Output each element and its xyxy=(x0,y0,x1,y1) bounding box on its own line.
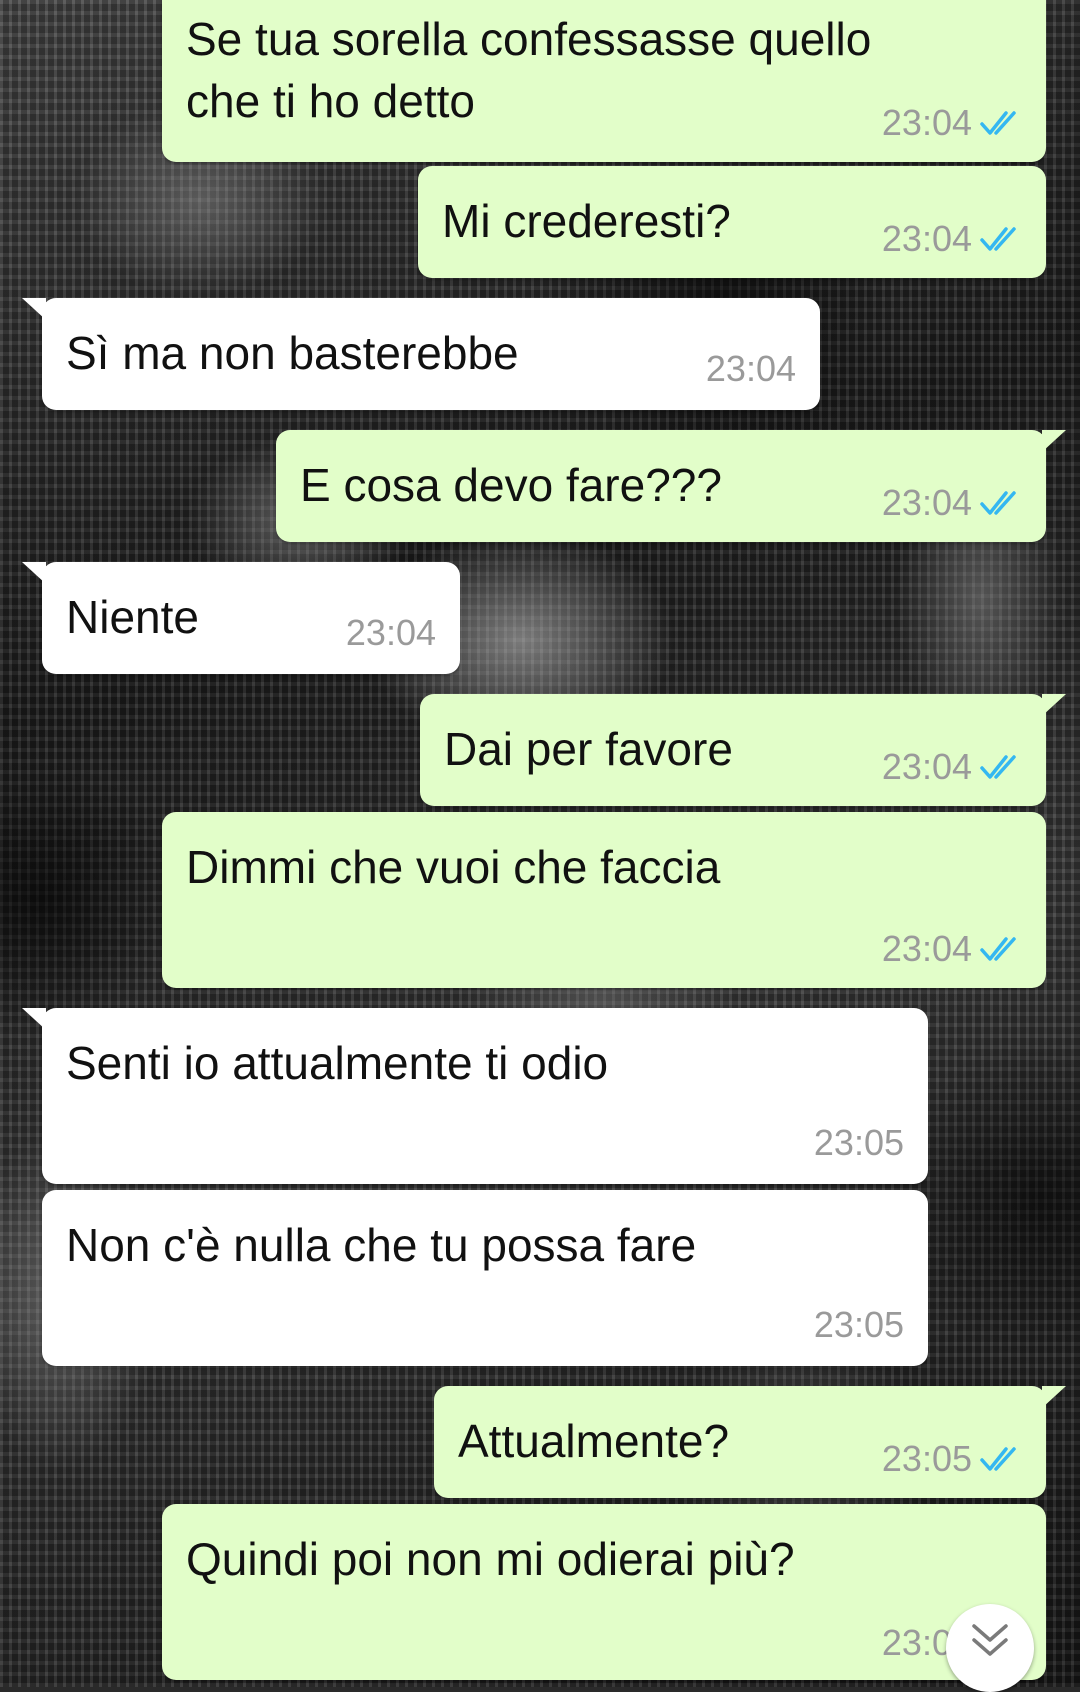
message-meta: 23:04 xyxy=(882,746,1024,788)
message-bubble-outgoing[interactable]: Se tua sorella confessasse quello che ti… xyxy=(162,0,1046,162)
message-meta: 23:04 xyxy=(882,102,1024,144)
message-timestamp: 23:04 xyxy=(881,102,972,143)
message-timestamp: 23:05 xyxy=(813,1122,904,1163)
message-text: E cosa devo fare??? xyxy=(300,459,722,511)
double-check-icon xyxy=(980,491,1016,515)
message-bubble-outgoing[interactable]: Dimmi che vuoi che faccia 23:04 xyxy=(162,812,1046,988)
message-meta: 23:04 xyxy=(882,928,1024,970)
double-check-icon xyxy=(980,111,1016,135)
message-text: che ti ho detto xyxy=(186,75,475,127)
bubble-tail xyxy=(22,562,46,584)
message-meta: 23:04 xyxy=(706,348,796,390)
message-bubble-outgoing[interactable]: Dai per favore 23:04 xyxy=(420,694,1066,806)
message-timestamp: 23:04 xyxy=(705,348,796,389)
message-text: Non c'è nulla che tu possa fare xyxy=(66,1219,697,1271)
message-text: Niente xyxy=(66,591,199,643)
double-check-icon xyxy=(980,227,1016,251)
message-timestamp: 23:04 xyxy=(881,482,972,523)
message-text: Dimmi che vuoi che faccia xyxy=(186,841,721,893)
message-text: Sì ma non basterebbe xyxy=(66,327,519,379)
bubble-tail xyxy=(22,298,46,320)
bubble-tail xyxy=(1042,430,1066,452)
message-bubble-incoming[interactable]: Non c'è nulla che tu possa fare 23:05 xyxy=(42,1190,928,1366)
double-check-icon xyxy=(980,937,1016,961)
message-text: Senti io attualmente ti odio xyxy=(66,1037,609,1089)
message-bubble-incoming[interactable]: Senti io attualmente ti odio 23:05 xyxy=(22,1008,928,1184)
bubble-tail xyxy=(22,1008,46,1030)
bubble-tail xyxy=(1042,694,1066,716)
message-meta: 23:04 xyxy=(882,482,1024,524)
message-bubble-incoming[interactable]: Sì ma non basterebbe 23:04 xyxy=(22,298,820,410)
message-timestamp: 23:04 xyxy=(881,928,972,969)
message-meta: 23:05 xyxy=(882,1438,1024,1480)
message-text: Se tua sorella confessasse quello xyxy=(186,13,872,65)
message-bubble-outgoing[interactable]: E cosa devo fare??? 23:04 xyxy=(276,430,1066,542)
message-bubble-outgoing[interactable]: Mi crederesti? 23:04 xyxy=(418,166,1046,278)
message-timestamp: 23:04 xyxy=(345,612,436,653)
message-meta: 23:05 xyxy=(814,1304,904,1346)
message-bubble-outgoing[interactable]: Attualmente? 23:05 xyxy=(434,1386,1066,1498)
double-chevron-down-icon xyxy=(972,1624,1008,1656)
message-text: Mi crederesti? xyxy=(442,195,731,247)
scroll-to-bottom-button[interactable] xyxy=(946,1604,1034,1692)
message-text: Dai per favore xyxy=(444,723,733,775)
message-meta: 23:04 xyxy=(882,218,1024,260)
double-check-icon xyxy=(980,1447,1016,1471)
message-bubble-incoming[interactable]: Niente 23:04 xyxy=(22,562,460,674)
message-timestamp: 23:05 xyxy=(881,1438,972,1479)
double-check-icon xyxy=(980,755,1016,779)
message-timestamp: 23:05 xyxy=(813,1304,904,1345)
message-timestamp: 23:04 xyxy=(881,746,972,787)
message-bubble-outgoing[interactable]: Quindi poi non mi odierai più? 23:05 xyxy=(162,1504,1046,1680)
message-meta: 23:05 xyxy=(814,1122,904,1164)
message-timestamp: 23:04 xyxy=(881,218,972,259)
message-text: Attualmente? xyxy=(458,1415,730,1467)
message-text: Quindi poi non mi odierai più? xyxy=(186,1533,795,1585)
bubble-tail xyxy=(1042,1386,1066,1408)
message-meta: 23:04 xyxy=(346,612,436,654)
